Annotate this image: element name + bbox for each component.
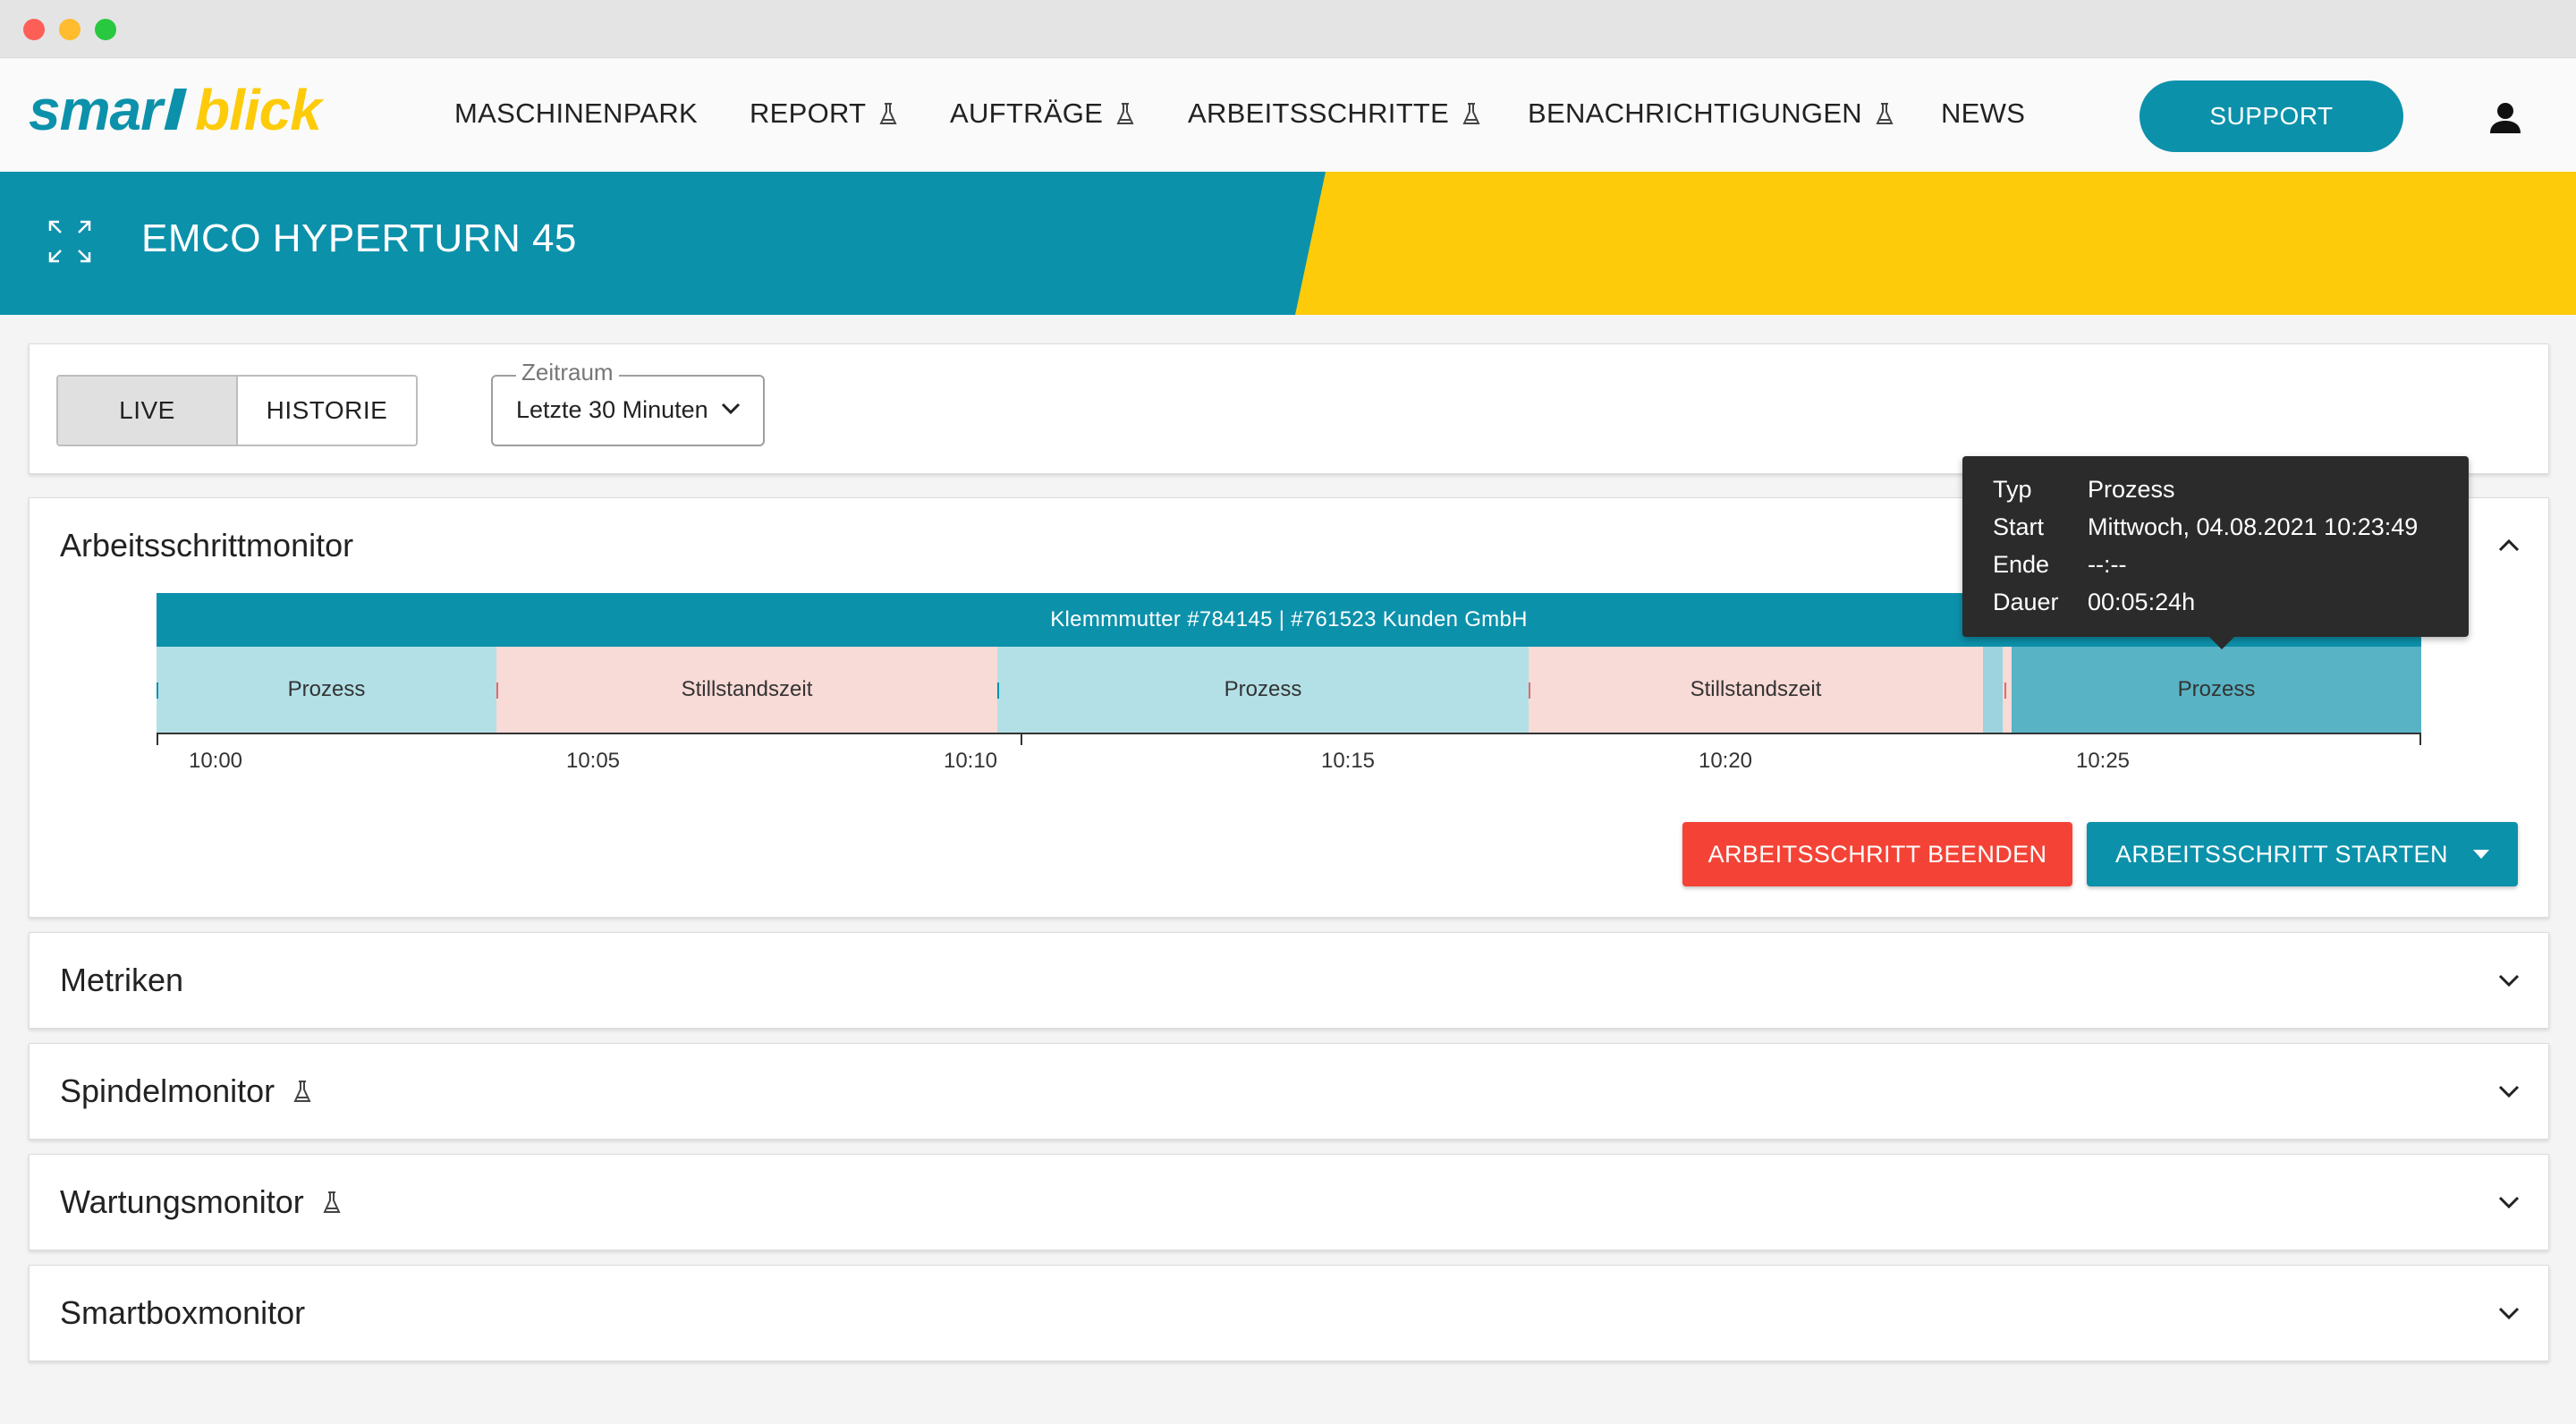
live-button[interactable]: LIVE — [58, 377, 238, 445]
flask-icon — [323, 1191, 341, 1213]
support-button[interactable]: SUPPORT — [2140, 81, 2403, 152]
chevron-down-icon[interactable] — [2496, 1194, 2521, 1212]
zeitraum-label: Zeitraum — [516, 359, 619, 386]
tick-label: 10:20 — [1698, 749, 1753, 773]
axis-tick — [2419, 733, 2421, 745]
tick-label: 10:25 — [2075, 749, 2131, 773]
nav-item-benachrichtigungen[interactable]: BENACHRICHTIGUNGEN — [1528, 97, 1894, 130]
chevron-up-icon[interactable] — [2496, 536, 2521, 554]
segment-marker — [157, 682, 158, 699]
svg-text:blick: blick — [195, 78, 325, 142]
filter-card: LIVE HISTORIE Zeitraum Letzte 30 Minuten — [29, 343, 2549, 474]
tick-label: 10:00 — [188, 749, 243, 773]
machine-banner: EMCO HYPERTURN 45 — [0, 172, 2576, 315]
tooltip-row: Typ Prozess — [1993, 476, 2175, 503]
chevron-down-icon[interactable] — [2496, 1083, 2521, 1101]
chevron-down-icon — [721, 403, 741, 415]
flask-icon — [293, 1081, 311, 1102]
segment-marker — [1529, 682, 1530, 699]
flask-icon — [879, 103, 897, 124]
machine-title: EMCO HYPERTURN 45 — [141, 216, 577, 260]
chevron-down-icon[interactable] — [2496, 1305, 2521, 1323]
arbeitsschritt-beenden-button[interactable]: ARBEITSSCHRITT BEENDEN — [1682, 822, 2072, 886]
segment-marker — [496, 682, 498, 699]
segment-marker — [997, 682, 999, 699]
close-window-button[interactable] — [23, 19, 45, 40]
axis-tick — [157, 733, 158, 745]
timeline-segment-active[interactable]: Prozess — [2012, 647, 2421, 733]
timeline-segment[interactable] — [1983, 647, 2003, 733]
smartboxmonitor-panel[interactable]: Smartboxmonitor — [29, 1265, 2549, 1361]
timeline-segment[interactable]: Prozess — [997, 647, 1529, 733]
axis-tick — [1021, 733, 1022, 745]
nav-item-auftraege[interactable]: AUFTRÄGE — [950, 97, 1135, 130]
wartungsmonitor-panel[interactable]: Wartungsmonitor — [29, 1154, 2549, 1250]
nav-item-arbeitsschritte[interactable]: ARBEITSSCHRITTE — [1188, 97, 1481, 130]
flask-icon — [1876, 103, 1894, 124]
nav-item-report[interactable]: REPORT — [750, 97, 898, 130]
metriken-panel[interactable]: Metriken — [29, 932, 2549, 1029]
dropdown-caret-icon[interactable] — [2473, 850, 2489, 859]
tick-label: 10:15 — [1320, 749, 1376, 773]
tooltip-row: Start Mittwoch, 04.08.2021 10:23:49 — [1993, 513, 2419, 540]
mode-toggle-group: LIVE HISTORIE — [56, 375, 418, 446]
panel-title[interactable]: Arbeitsschrittmonitor — [60, 527, 353, 564]
user-icon[interactable] — [2487, 99, 2524, 137]
nav-item-maschinenpark[interactable]: MASCHINENPARK — [454, 97, 698, 130]
flask-icon — [1116, 103, 1134, 124]
expand-icon[interactable] — [47, 218, 93, 265]
flask-icon — [1462, 103, 1480, 124]
timeline-segment[interactable]: Stillstandszeit — [496, 647, 997, 733]
segment-tooltip: Typ Prozess Start Mittwoch, 04.08.2021 1… — [1962, 456, 2469, 649]
smartblick-logo[interactable]: smar blick — [27, 78, 340, 149]
panel-title: Wartungsmonitor — [60, 1183, 342, 1221]
chevron-down-icon[interactable] — [2496, 972, 2521, 990]
timeline-segment[interactable]: Prozess — [157, 647, 496, 733]
timeline-segment[interactable]: Stillstandszeit — [1529, 647, 1983, 733]
historie-button[interactable]: HISTORIE — [238, 377, 416, 445]
spindelmonitor-panel[interactable]: Spindelmonitor — [29, 1043, 2549, 1140]
top-navigation: smar blick MASCHINENPARK REPORT AUFTRÄGE… — [0, 58, 2576, 172]
time-axis — [157, 733, 2421, 734]
zeitraum-select[interactable]: Zeitraum Letzte 30 Minuten — [491, 359, 765, 446]
panel-title: Smartboxmonitor — [60, 1294, 306, 1331]
tooltip-row: Dauer 00:05:24h — [1993, 589, 2196, 615]
minimize-window-button[interactable] — [59, 19, 80, 40]
nav-item-news[interactable]: NEWS — [1941, 97, 2025, 130]
window-titlebar — [0, 0, 2576, 58]
segment-marker — [2004, 682, 2006, 699]
zeitraum-value: Letzte 30 Minuten — [516, 396, 708, 423]
svg-text:smar: smar — [29, 78, 165, 142]
arbeitsschritt-starten-button[interactable]: ARBEITSSCHRITT STARTEN — [2087, 822, 2518, 886]
maximize-window-button[interactable] — [95, 19, 116, 40]
panel-title: Metriken — [60, 962, 184, 998]
tooltip-row: Ende --:-- — [1993, 551, 2127, 578]
panel-title: Spindelmonitor — [60, 1072, 312, 1110]
tick-label: 10:10 — [943, 749, 998, 773]
tick-label: 10:05 — [565, 749, 621, 773]
